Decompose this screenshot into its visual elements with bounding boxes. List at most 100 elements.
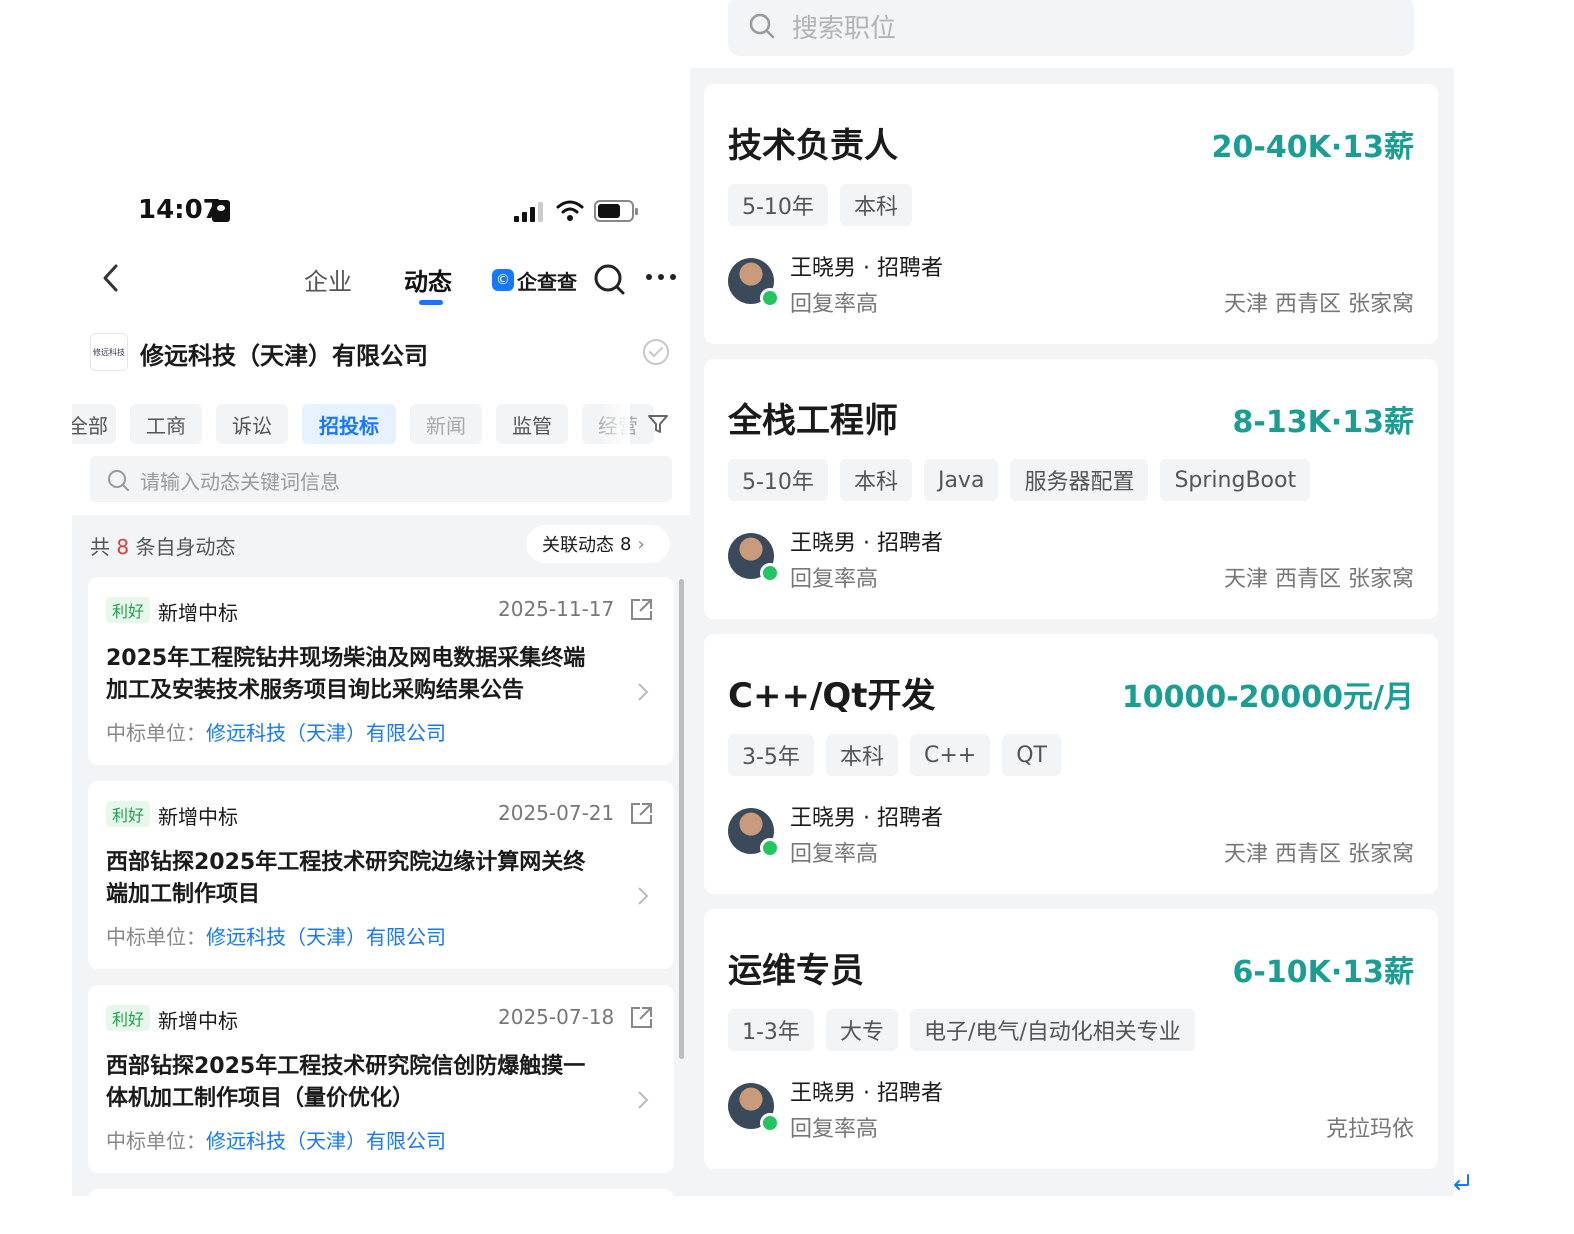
job-search-input[interactable]: 搜索职位 [728,0,1414,56]
job-tag: 本科 [839,459,912,501]
benefit-tag: 利好 [106,597,151,623]
card-date: 2025-07-21 [498,801,615,825]
status-time: 14:07 [138,195,221,225]
search-icon [749,13,775,39]
recruiter-row: 王晓男 · 招聘者 回复率高 天津 西青区 张家窝 [728,796,1414,867]
job-list: 技术负责人 20-40K·13薪 5-10年 本科 王晓男 · 招聘者 回复率高… [690,68,1454,1196]
job-tag: 大专 [825,1009,898,1051]
updates-feed: 共 8 条自身动态 关联动态 8 › 利好 新增中标 2025-11-17 20… [72,515,690,1196]
scrollbar[interactable] [679,579,684,1059]
job-tag: SpringBoot [1160,459,1311,501]
card-winner: 中标单位：修远科技（天津）有限公司 [106,921,446,950]
company-name[interactable]: 修远科技（天津）有限公司 [140,336,428,371]
winner-link[interactable]: 修远科技（天津）有限公司 [206,1129,446,1153]
chevron-right-icon [638,1091,649,1109]
winner-label: 中标单位： [106,721,206,745]
job-location: 天津 西青区 张家窝 [1224,567,1414,592]
winner-label: 中标单位： [106,1129,206,1153]
keyword-search-input[interactable]: 请输入动态关键词信息 [90,456,672,502]
status-bar: 14:07 [72,190,690,234]
winner-link[interactable]: 修远科技（天津）有限公司 [206,925,446,949]
job-location: 克拉玛依 [1325,1117,1414,1142]
filter-icon[interactable] [646,412,670,436]
job-tag: QT [1002,734,1061,776]
filter-bidding[interactable]: 招投标 [302,404,396,444]
filter-business[interactable]: 工商 [130,404,202,444]
job-salary: 6-10K·13薪 [1232,955,1414,990]
contact-card-icon [212,200,230,222]
card-type: 新增中标 [158,601,238,625]
job-card[interactable]: 技术负责人 20-40K·13薪 5-10年 本科 王晓男 · 招聘者 回复率高… [704,84,1438,344]
qichacha-icon: © [492,269,514,291]
card-date: 2025-07-18 [498,1005,615,1029]
chevron-right-icon [638,887,649,905]
recruiter-name: 王晓男 · 招聘者 [790,531,943,556]
filter-news[interactable]: 新闻 [410,404,482,444]
winner-link[interactable]: 修远科技（天津）有限公司 [206,721,446,745]
signal-icon [514,200,546,222]
job-tag: 3-5年 [728,734,814,776]
job-tag: Java [923,459,999,501]
recruiter-row: 王晓男 · 招聘者 回复率高 天津 西青区 张家窝 [728,521,1414,592]
reply-rate: 回复率高 [790,567,879,592]
job-tag: 本科 [825,734,898,776]
back-icon[interactable] [96,260,126,296]
qichacha-logo[interactable]: © 企查查 [492,266,577,294]
summary-suffix: 条自身动态 [135,535,236,559]
online-status-icon [760,563,780,583]
search-icon[interactable] [592,262,626,296]
online-status-icon [760,288,780,308]
reply-rate: 回复率高 [790,292,879,317]
job-salary: 8-13K·13薪 [1232,405,1414,440]
company-app-panel: 14:07 企业 动态 © 企查查 修远科技 修远科技（天津）有限公司 全部 工… [72,0,690,1196]
job-card[interactable]: 运维专员 6-10K·13薪 1-3年 大专 电子/电气/自动化相关专业 王晓男… [704,909,1438,1169]
company-logo: 修远科技 [90,333,128,371]
job-tags: 5-10年 本科 [728,184,912,226]
share-icon[interactable] [628,597,654,623]
job-tags: 5-10年 本科 Java 服务器配置 SpringBoot [728,459,1311,501]
job-card[interactable]: C++/Qt开发 10000-20000元/月 3-5年 本科 C++ QT 王… [704,634,1438,894]
keyword-search-placeholder: 请输入动态关键词信息 [140,470,340,494]
filter-all[interactable]: 全部 [72,404,116,444]
job-title: C++/Qt开发 [728,676,936,716]
filter-regulation[interactable]: 监管 [496,404,568,444]
job-card[interactable]: 全栈工程师 8-13K·13薪 5-10年 本科 Java 服务器配置 Spri… [704,359,1438,619]
filter-litigation[interactable]: 诉讼 [216,404,288,444]
reply-rate: 回复率高 [790,1117,879,1142]
related-count: 8 [620,533,632,555]
top-nav: 企业 动态 © 企查查 [72,250,690,310]
summary-count: 8 [116,535,130,559]
job-title: 运维专员 [728,951,864,991]
bid-card[interactable]: 利好 新增中标 2025-11-17 2025年工程院钻井现场柴油及网电数据采集… [88,577,674,765]
related-label: 关联动态 [542,535,614,556]
job-title: 技术负责人 [728,126,898,166]
job-tag: 1-3年 [728,1009,814,1051]
job-salary: 20-40K·13薪 [1211,130,1414,165]
job-location: 天津 西青区 张家窝 [1224,842,1414,867]
battery-icon [594,200,638,222]
search-icon [108,470,129,491]
chevron-right-icon: › [637,533,645,555]
card-winner: 中标单位：修远科技（天津）有限公司 [106,717,446,746]
summary-prefix: 共 [90,535,110,559]
job-tags: 1-3年 大专 电子/电气/自动化相关专业 [728,1009,1195,1051]
benefit-tag: 利好 [106,801,151,827]
card-date: 2025-11-17 [498,597,615,621]
share-icon[interactable] [628,1005,654,1031]
more-icon[interactable] [644,272,678,282]
card-title: 西部钻探2025年工程技术研究院信创防爆触摸一体机加工制作项目（量价优化） [106,1054,586,1111]
tab-enterprise[interactable]: 企业 [304,262,352,297]
fade-overlay [600,404,630,444]
job-list-panel: 搜索职位 技术负责人 20-40K·13薪 5-10年 本科 王晓男 · 招聘者… [690,0,1454,1196]
bid-card-partial[interactable] [88,1189,674,1196]
bid-card[interactable]: 利好 新增中标 2025-07-18 西部钻探2025年工程技术研究院信创防爆触… [88,985,674,1173]
bid-card[interactable]: 利好 新增中标 2025-07-21 西部钻探2025年工程技术研究院边缘计算网… [88,781,674,969]
card-title: 西部钻探2025年工程技术研究院边缘计算网关终端加工制作项目 [106,850,586,907]
tab-updates[interactable]: 动态 [404,262,452,297]
job-salary: 10000-20000元/月 [1121,680,1414,715]
chevron-right-icon [638,683,649,701]
related-updates-button[interactable]: 关联动态 8 › [526,525,670,563]
share-icon[interactable] [628,801,654,827]
recruiter-name: 王晓男 · 招聘者 [790,806,943,831]
card-winner: 中标单位：修远科技（天津）有限公司 [106,1125,446,1154]
